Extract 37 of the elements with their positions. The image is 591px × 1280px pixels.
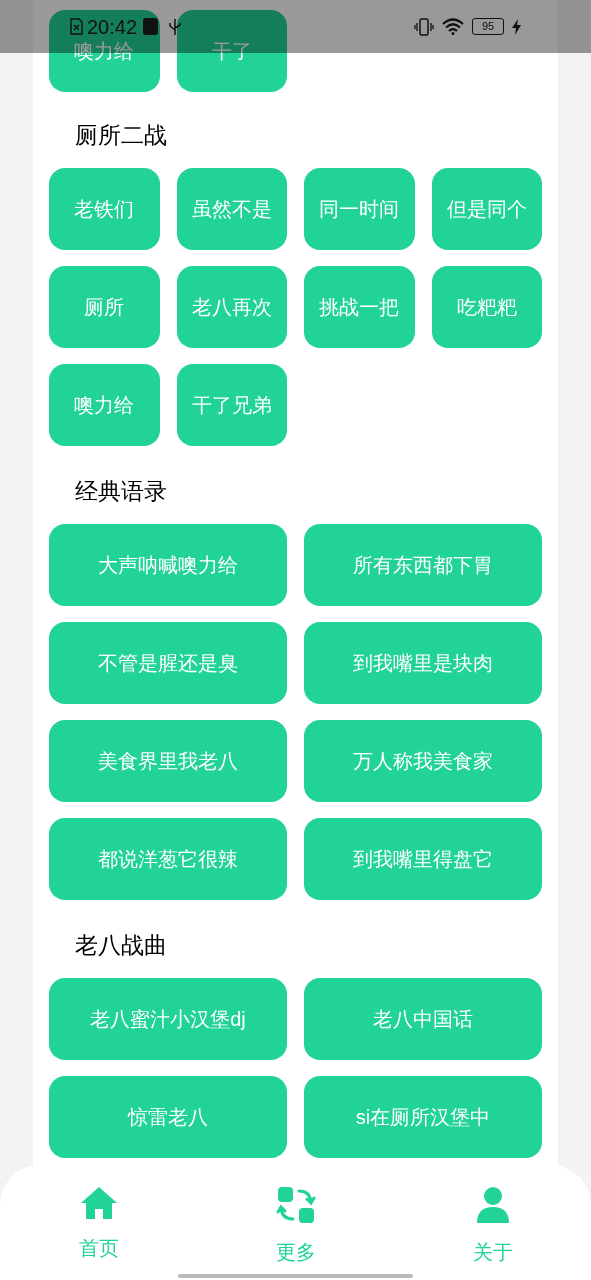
battery-indicator: 95 [472, 18, 504, 35]
vibrate-icon [414, 17, 434, 36]
charging-icon [512, 18, 521, 35]
sound-button[interactable]: 厕所 [49, 266, 160, 348]
sound-button[interactable]: 干了兄弟 [176, 364, 287, 446]
section-title: 老八战曲 [74, 931, 168, 960]
nfc-icon [143, 18, 159, 35]
sound-button[interactable]: 噢力给 [49, 364, 160, 446]
sound-button[interactable]: 老铁们 [49, 168, 160, 250]
sound-button[interactable]: 挑战一把 [304, 266, 415, 348]
sound-button[interactable]: 都说洋葱它很辣 [49, 818, 287, 900]
wifi-icon [442, 18, 464, 35]
sound-button[interactable]: 同一时间 [304, 168, 415, 250]
nav-tab[interactable]: 首页 [0, 1165, 197, 1280]
sound-button[interactable]: 老八蜜汁小汉堡dj [49, 978, 287, 1060]
sound-button[interactable]: 大声呐喊噢力给 [49, 524, 287, 606]
section-title: 经典语录 [74, 477, 168, 506]
sound-button[interactable]: 吃粑粑 [431, 266, 542, 348]
sound-button[interactable]: 美食界里我老八 [49, 720, 287, 802]
usb-icon [168, 17, 183, 36]
nav-tab[interactable]: 关于 [394, 1165, 591, 1280]
sound-button[interactable]: 到我嘴里得盘它 [304, 818, 542, 900]
swap-grid-icon [275, 1185, 316, 1225]
section-title: 厕所二战 [74, 121, 168, 150]
sound-button[interactable]: 老八再次 [176, 266, 287, 348]
sound-button[interactable]: si在厕所汉堡中 [304, 1076, 542, 1158]
nav-tab[interactable]: 更多 [197, 1165, 394, 1280]
sound-button[interactable]: 惊雷老八 [49, 1076, 287, 1158]
sim-card-icon [70, 18, 83, 35]
sound-button[interactable]: 不管是腥还是臭 [49, 622, 287, 704]
sound-button[interactable]: 所有东西都下胃 [304, 524, 542, 606]
sound-button[interactable]: 万人称我美食家 [304, 720, 542, 802]
sound-button[interactable]: 虽然不是 [176, 168, 287, 250]
sound-button[interactable]: 到我嘴里是块肉 [304, 622, 542, 704]
sound-button[interactable]: 但是同个 [431, 168, 542, 250]
sound-button[interactable]: 老八中国话 [304, 978, 542, 1060]
clock-time: 20:42 [87, 14, 138, 40]
